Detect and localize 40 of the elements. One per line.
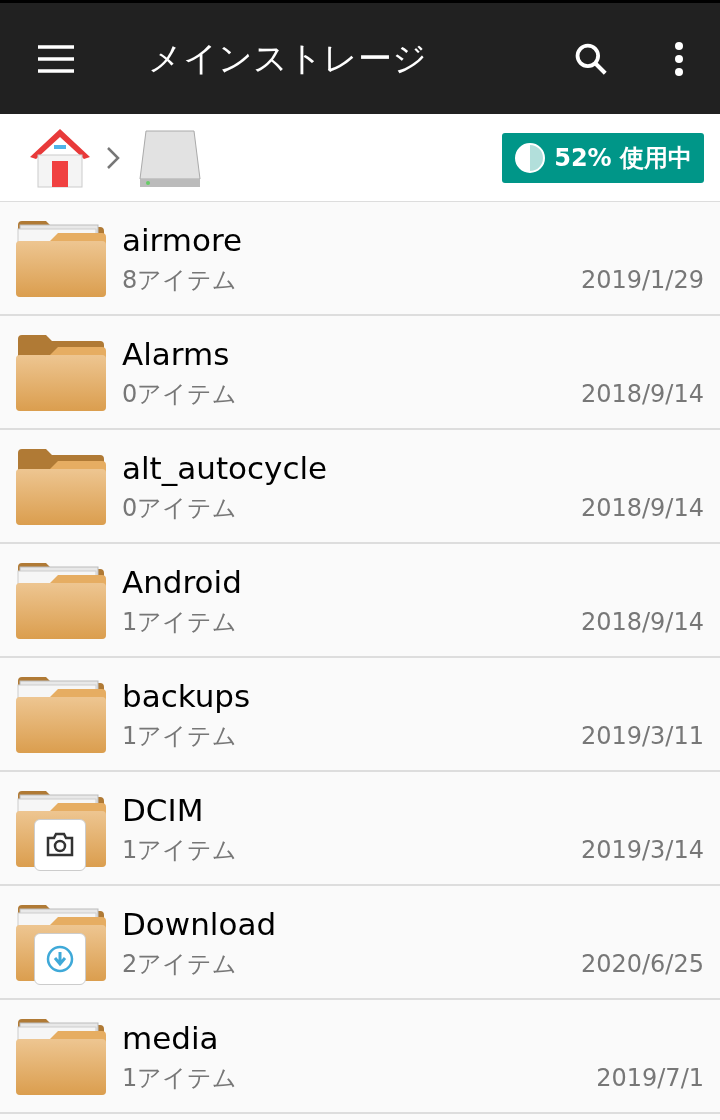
folder-name: alt_autocycle xyxy=(122,449,329,488)
item-count: 2アイテム xyxy=(122,949,238,980)
modified-date: 2020/6/25 xyxy=(580,949,704,980)
home-icon[interactable] xyxy=(28,126,92,189)
item-count: 1アイテム xyxy=(122,607,238,638)
folder-name: backups xyxy=(122,677,252,716)
modified-date: 2018/9/14 xyxy=(580,379,704,410)
modified-date: 2019/7/1 xyxy=(596,1063,704,1094)
folder-row[interactable]: Download 2アイテム 2020/6/25 xyxy=(0,886,720,1000)
modified-date: 2019/3/14 xyxy=(580,835,704,866)
item-count: 1アイテム xyxy=(122,835,238,866)
menu-icon[interactable] xyxy=(36,43,76,74)
app-bar-title: メインストレージ xyxy=(148,37,427,80)
storage-usage-badge[interactable]: 52% 使用中 xyxy=(502,132,704,183)
folder-name: media xyxy=(122,1019,220,1058)
folder-row[interactable]: alt_autocycle 0アイテム 2018/9/14 xyxy=(0,430,720,544)
modified-date: 2019/3/11 xyxy=(580,721,704,752)
item-count: 8アイテム xyxy=(122,265,238,296)
folder-row[interactable]: airmore 8アイテム 2019/1/29 xyxy=(0,202,720,316)
folder-row[interactable]: Android 1アイテム 2018/9/14 xyxy=(0,544,720,658)
item-count: 0アイテム xyxy=(122,379,238,410)
folder-row[interactable]: backups 1アイテム 2019/3/11 xyxy=(0,658,720,772)
item-count: 0アイテム xyxy=(122,493,238,524)
modified-date: 2019/1/29 xyxy=(580,265,704,296)
folder-row[interactable]: DCIM 1アイテム 2019/3/14 xyxy=(0,772,720,886)
half-circle-icon xyxy=(514,141,547,174)
item-count: 1アイテム xyxy=(122,1063,238,1094)
more-options-icon[interactable] xyxy=(674,40,684,77)
modified-date: 2018/9/14 xyxy=(580,607,704,638)
folder-name: Download xyxy=(122,905,278,944)
storage-usage-text: 52% 使用中 xyxy=(554,142,692,174)
folder-name: Android xyxy=(122,563,243,602)
chevron-right-icon xyxy=(106,145,120,170)
folder-row[interactable]: media 1アイテム 2019/7/1 xyxy=(0,1000,720,1114)
item-count: 1アイテム xyxy=(122,721,238,752)
folder-name: Alarms xyxy=(122,335,231,374)
folder-name: airmore xyxy=(122,221,244,260)
modified-date: 2018/9/14 xyxy=(580,493,704,524)
folder-name: DCIM xyxy=(122,791,205,830)
folder-row[interactable]: Alarms 0アイテム 2018/9/14 xyxy=(0,316,720,430)
